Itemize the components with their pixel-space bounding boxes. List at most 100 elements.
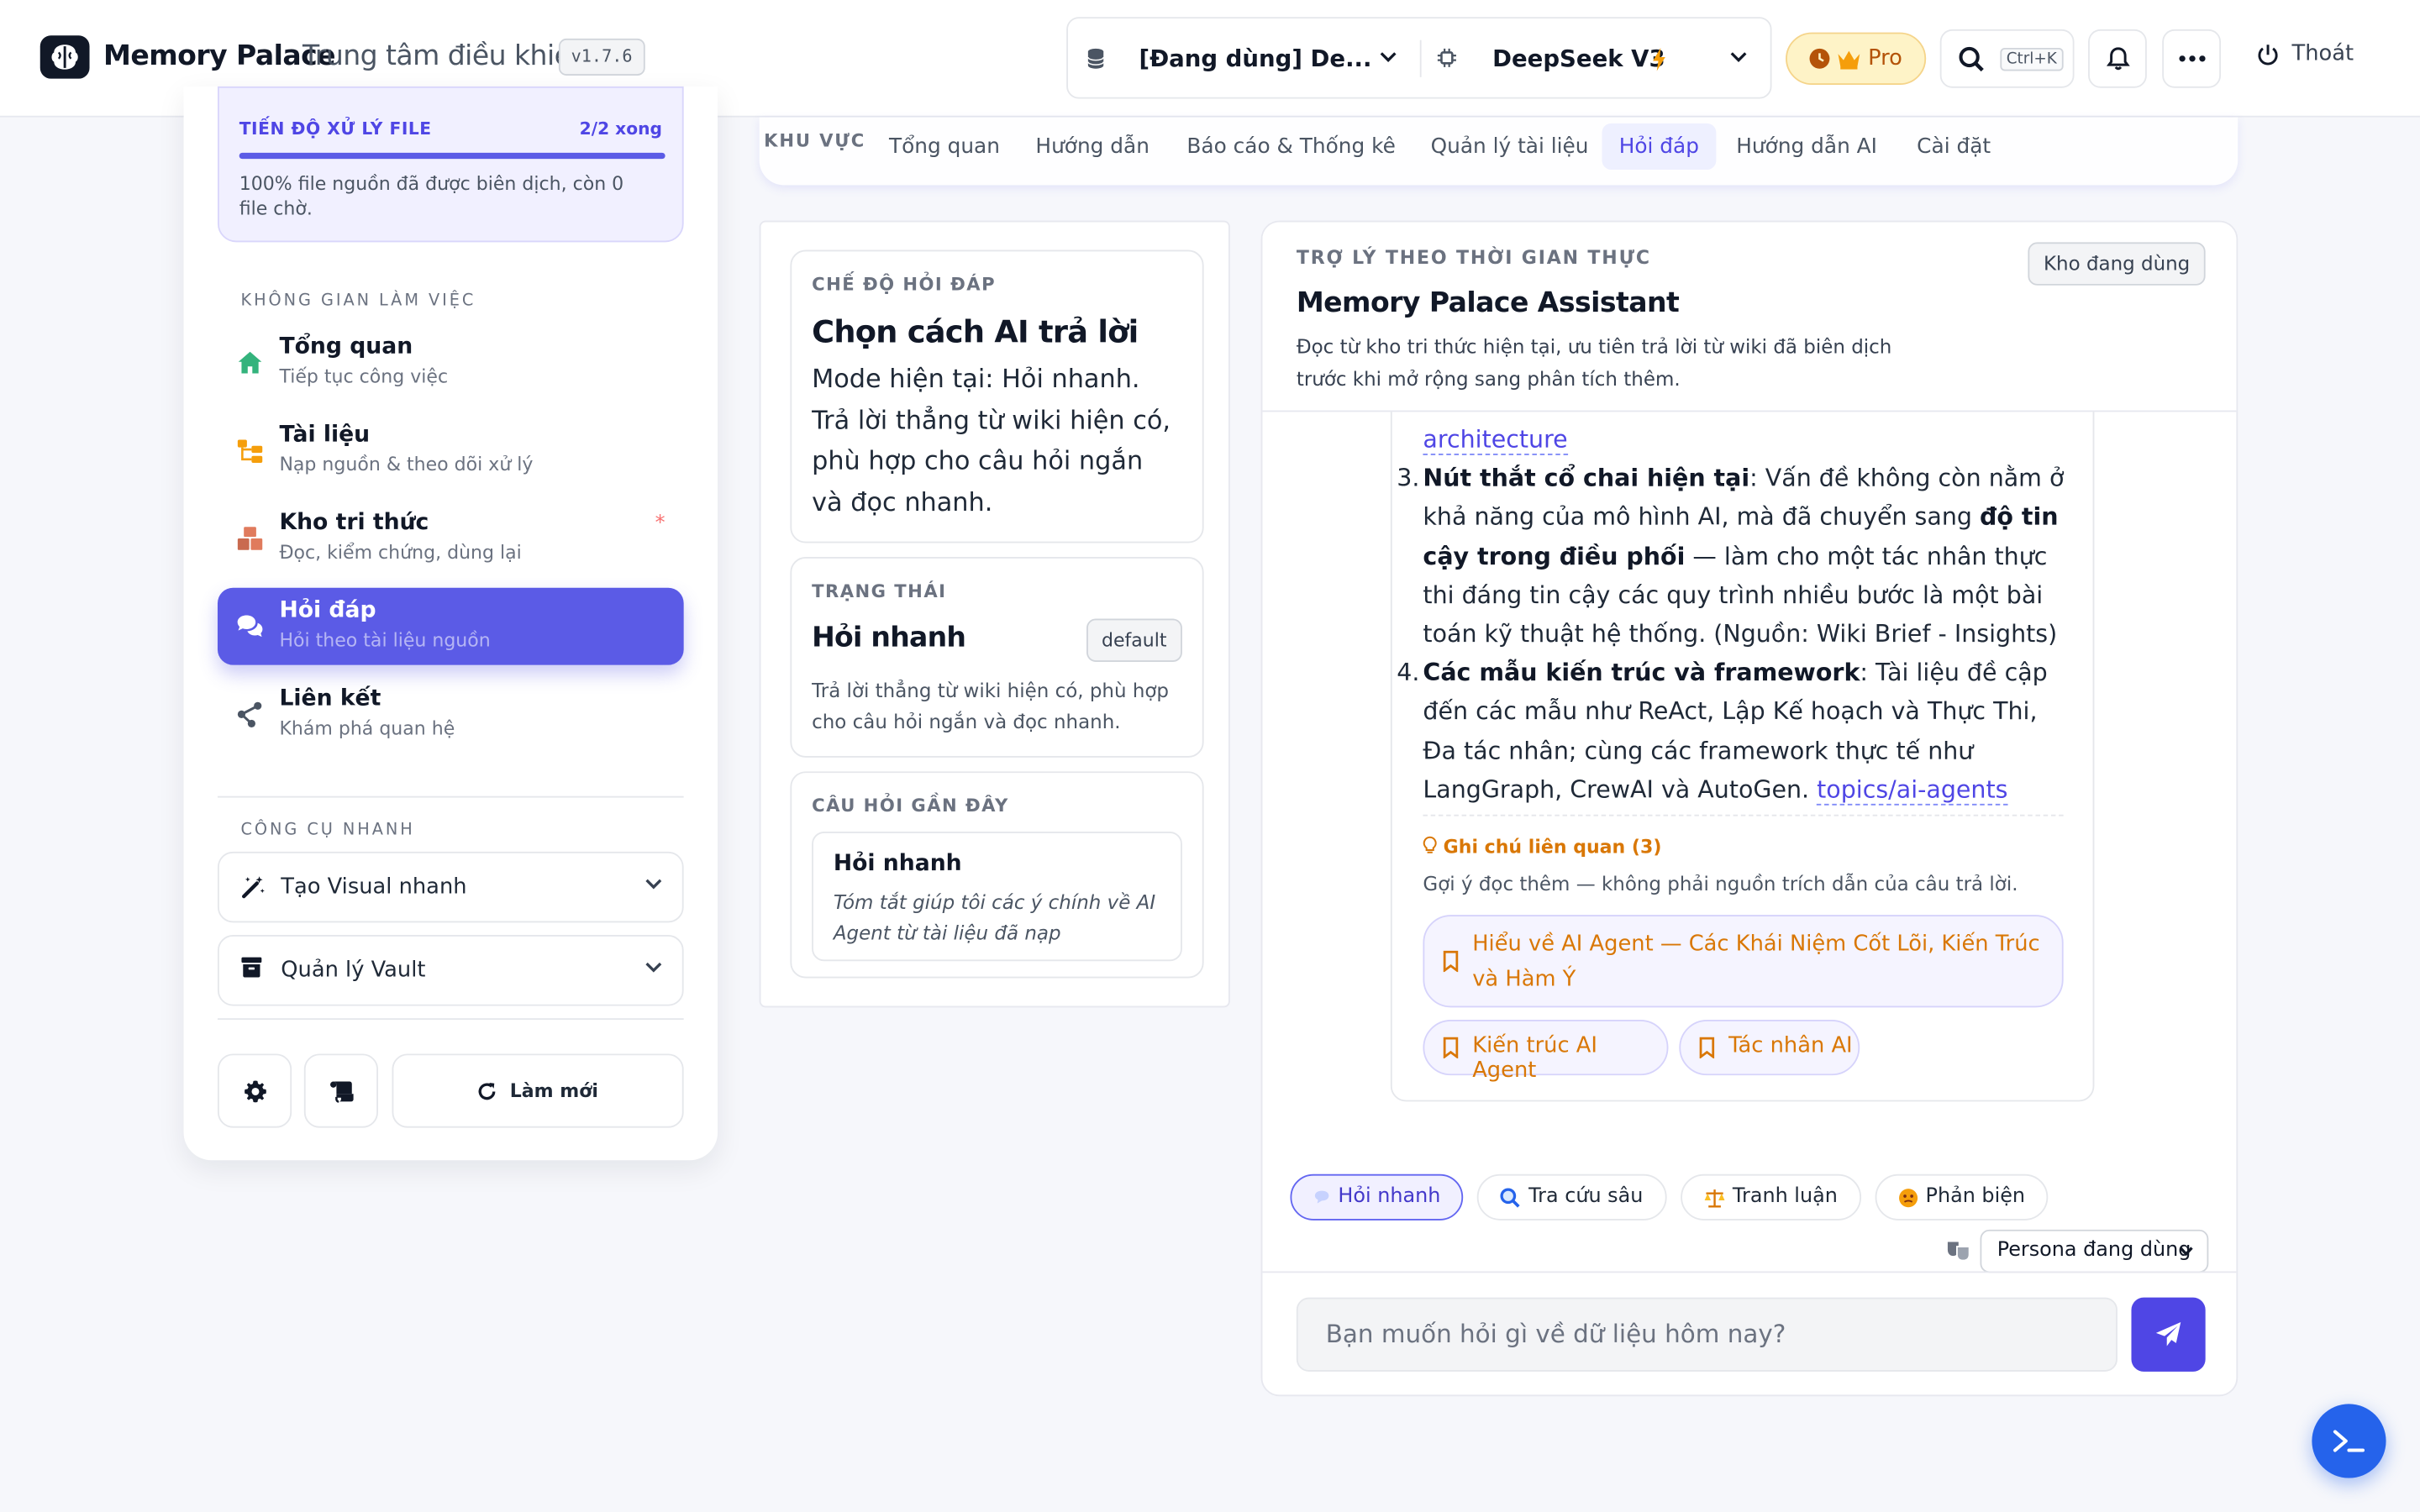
- tab-overview[interactable]: Tổng quan: [880, 123, 1009, 170]
- mode-quick-answer[interactable]: Hỏi nhanh: [1290, 1173, 1464, 1221]
- sidebar-item-overview[interactable]: Tổng quan Tiếp tục công việc: [218, 324, 684, 402]
- speech-bubble-icon: [1314, 1190, 1329, 1204]
- mode-label: Tra cứu sâu: [1528, 1184, 1644, 1209]
- persona-select[interactable]: Persona đang dùng: [1980, 1229, 2209, 1273]
- persona-value: Persona đang dùng: [1996, 1238, 2191, 1263]
- sidebar-item-sub: Tiếp tục công việc: [279, 365, 449, 388]
- more-button[interactable]: [2162, 29, 2222, 88]
- sidebar-item-sub: Nạp nguồn & theo dõi xử lý: [279, 453, 534, 475]
- mode-deep-search[interactable]: Tra cứu sâu: [1477, 1173, 1666, 1221]
- list-number: 4.: [1397, 659, 1420, 687]
- progress-title: TIẾN ĐỘ XỬ LÝ FILE: [239, 118, 432, 139]
- terminal-fab-button[interactable]: [2312, 1404, 2386, 1478]
- bookmark-icon: [1443, 1037, 1459, 1058]
- chat-title: Memory Palace Assistant: [1296, 286, 1680, 320]
- tab-ai-guide[interactable]: Hướng dẫn AI: [1727, 123, 1886, 170]
- sidebar-item-documents[interactable]: Tài liệu Nạp nguồn & theo dõi xử lý: [218, 412, 684, 489]
- sidebar-item-title: Tổng quan: [279, 334, 413, 360]
- related-note-chip[interactable]: Tác nhân AI: [1679, 1020, 1860, 1076]
- answer-mode-selector: Hỏi nhanh Tra cứu sâu Tranh luận Phản bi…: [1290, 1173, 2049, 1221]
- related-note-chip[interactable]: Hiểu về AI Agent — Các Khái Niệm Cốt Lõi…: [1423, 915, 2064, 1008]
- ellipsis-icon: [2178, 55, 2205, 62]
- related-note-label: Tác nhân AI: [1728, 1033, 1853, 1058]
- sidebar-item-knowledge[interactable]: Kho tri thức Đọc, kiểm chứng, dùng lại *: [218, 500, 684, 577]
- related-notes-heading: Ghi chú liên quan (3): [1423, 836, 1661, 858]
- chevron-down-icon: [645, 962, 662, 973]
- related-note-chip[interactable]: Kiến trúc AI Agent: [1423, 1020, 1669, 1083]
- selector-divider: [1419, 39, 1422, 77]
- mode-label: Tranh luận: [1732, 1184, 1838, 1209]
- status-heading: Hỏi nhanh: [812, 622, 966, 654]
- recent-question-text: Tóm tắt giúp tôi các ý chính về AI Agent…: [833, 890, 1156, 945]
- tool-label: Quản lý Vault: [281, 958, 426, 983]
- mode-label: Phản biện: [1925, 1184, 2026, 1209]
- chevron-down-icon: [645, 879, 662, 890]
- face-icon: [1898, 1188, 1918, 1207]
- logout-button[interactable]: Thoát: [2256, 42, 2354, 66]
- search-button[interactable]: Ctrl+K: [1939, 29, 2075, 88]
- mode-debate[interactable]: Tranh luận: [1680, 1173, 1861, 1221]
- sidebar-item-sub: Hỏi theo tài liệu nguồn: [279, 629, 491, 652]
- sidebar-item-title: Liên kết: [279, 686, 381, 711]
- terminal-icon: [2333, 1430, 2365, 1452]
- wiki-link[interactable]: topics/ai-agents: [1817, 775, 2008, 806]
- magnifier-icon: [1501, 1187, 1521, 1207]
- mode-description: Mode hiện tại: Hỏi nhanh. Trả lời thẳng …: [812, 364, 1171, 517]
- refresh-button[interactable]: Làm mới: [392, 1053, 684, 1128]
- database-icon: [1087, 48, 1104, 69]
- list-item-lead: Các mẫu kiến trúc và framework: [1423, 659, 1860, 687]
- sidebar-item-qa[interactable]: Hỏi đáp Hỏi theo tài liệu nguồn: [217, 587, 684, 665]
- message-list-item: 4. Các mẫu kiến trúc và framework: Tài l…: [1397, 654, 2070, 811]
- chat-panel: architecture 3. Nút thắt cổ chai hiện tạ…: [1260, 220, 2238, 1397]
- chat-bubbles-icon: [237, 615, 263, 638]
- logout-label: Thoát: [2291, 41, 2354, 66]
- script-button[interactable]: [303, 1053, 378, 1128]
- vault-select[interactable]: [Đang dùng] De...: [1139, 45, 1371, 72]
- bell-icon: [2106, 47, 2129, 71]
- chat-input[interactable]: Bạn muốn hỏi gì về dữ liệu hôm nay?: [1296, 1297, 2118, 1372]
- active-vault-badge: Kho đang dùng: [2028, 242, 2206, 286]
- notification-button[interactable]: [2088, 29, 2147, 88]
- sidebar-divider: [217, 1018, 684, 1021]
- settings-button[interactable]: [217, 1053, 292, 1128]
- vault-manage-tool[interactable]: Quản lý Vault: [217, 935, 684, 1006]
- progress-count: 2/2 xong: [579, 118, 662, 139]
- bookmark-icon: [1443, 950, 1459, 973]
- send-button[interactable]: [2131, 1297, 2206, 1372]
- recent-question-item[interactable]: Hỏi nhanh Tóm tắt giúp tôi các ý chính v…: [812, 831, 1182, 962]
- search-shortcut: Ctrl+K: [2000, 47, 2064, 71]
- chevron-down-icon[interactable]: [1380, 51, 1397, 64]
- wiki-link[interactable]: architecture: [1423, 425, 1568, 455]
- refresh-label: Làm mới: [509, 1079, 598, 1102]
- bookmark-icon: [1699, 1037, 1715, 1058]
- tab-reports[interactable]: Báo cáo & Thống kê: [1177, 123, 1405, 170]
- home-icon: [238, 351, 262, 374]
- chip-icon: [1437, 48, 1456, 67]
- brain-logo-icon[interactable]: [39, 35, 90, 79]
- scroll-icon: [329, 1080, 353, 1102]
- status-card: TRẠNG THÁI Hỏi nhanh default Trả lời thẳ…: [790, 557, 1204, 758]
- vault-model-selector: [Đang dùng] De... DeepSeek V3: [1066, 17, 1772, 99]
- pro-button[interactable]: Pro: [1786, 32, 1927, 86]
- notes-divider: [1423, 814, 2064, 816]
- tab-qa[interactable]: Hỏi đáp: [1602, 123, 1717, 171]
- list-number: 3.: [1397, 464, 1420, 492]
- quick-tools-label: CÔNG CỤ NHANH: [240, 821, 415, 840]
- sidebar-item-title: Hỏi đáp: [279, 598, 376, 624]
- model-select[interactable]: DeepSeek V3: [1492, 45, 1665, 72]
- sidebar-item-links[interactable]: Liên kết Khám phá quan hệ: [218, 675, 684, 753]
- quick-visual-tool[interactable]: Tạo Visual nhanh: [217, 851, 684, 923]
- tab-settings[interactable]: Cài đặt: [1907, 123, 2000, 170]
- tab-documents[interactable]: Quản lý tài liệu: [1422, 123, 1598, 170]
- mode-critique[interactable]: Phản biện: [1874, 1173, 2049, 1221]
- file-progress-card: TIẾN ĐỘ XỬ LÝ FILE 2/2 xong 100% file ng…: [217, 86, 684, 243]
- archive-icon: [241, 957, 262, 978]
- status-badge: default: [1086, 618, 1182, 662]
- workspace-label: KHÔNG GIAN LÀM VIỆC: [240, 291, 476, 311]
- chevron-down-icon[interactable]: [1730, 51, 1747, 64]
- chat-caption: TRỢ LÝ THEO THỜI GIAN THỰC: [1296, 246, 1651, 269]
- share-nodes-icon: [237, 701, 262, 728]
- tab-guide[interactable]: Hướng dẫn: [1026, 123, 1159, 170]
- section-label: KHU VỰC: [764, 129, 866, 151]
- related-note-label: Hiểu về AI Agent — Các Khái Niệm Cốt Lõi…: [1472, 932, 2040, 992]
